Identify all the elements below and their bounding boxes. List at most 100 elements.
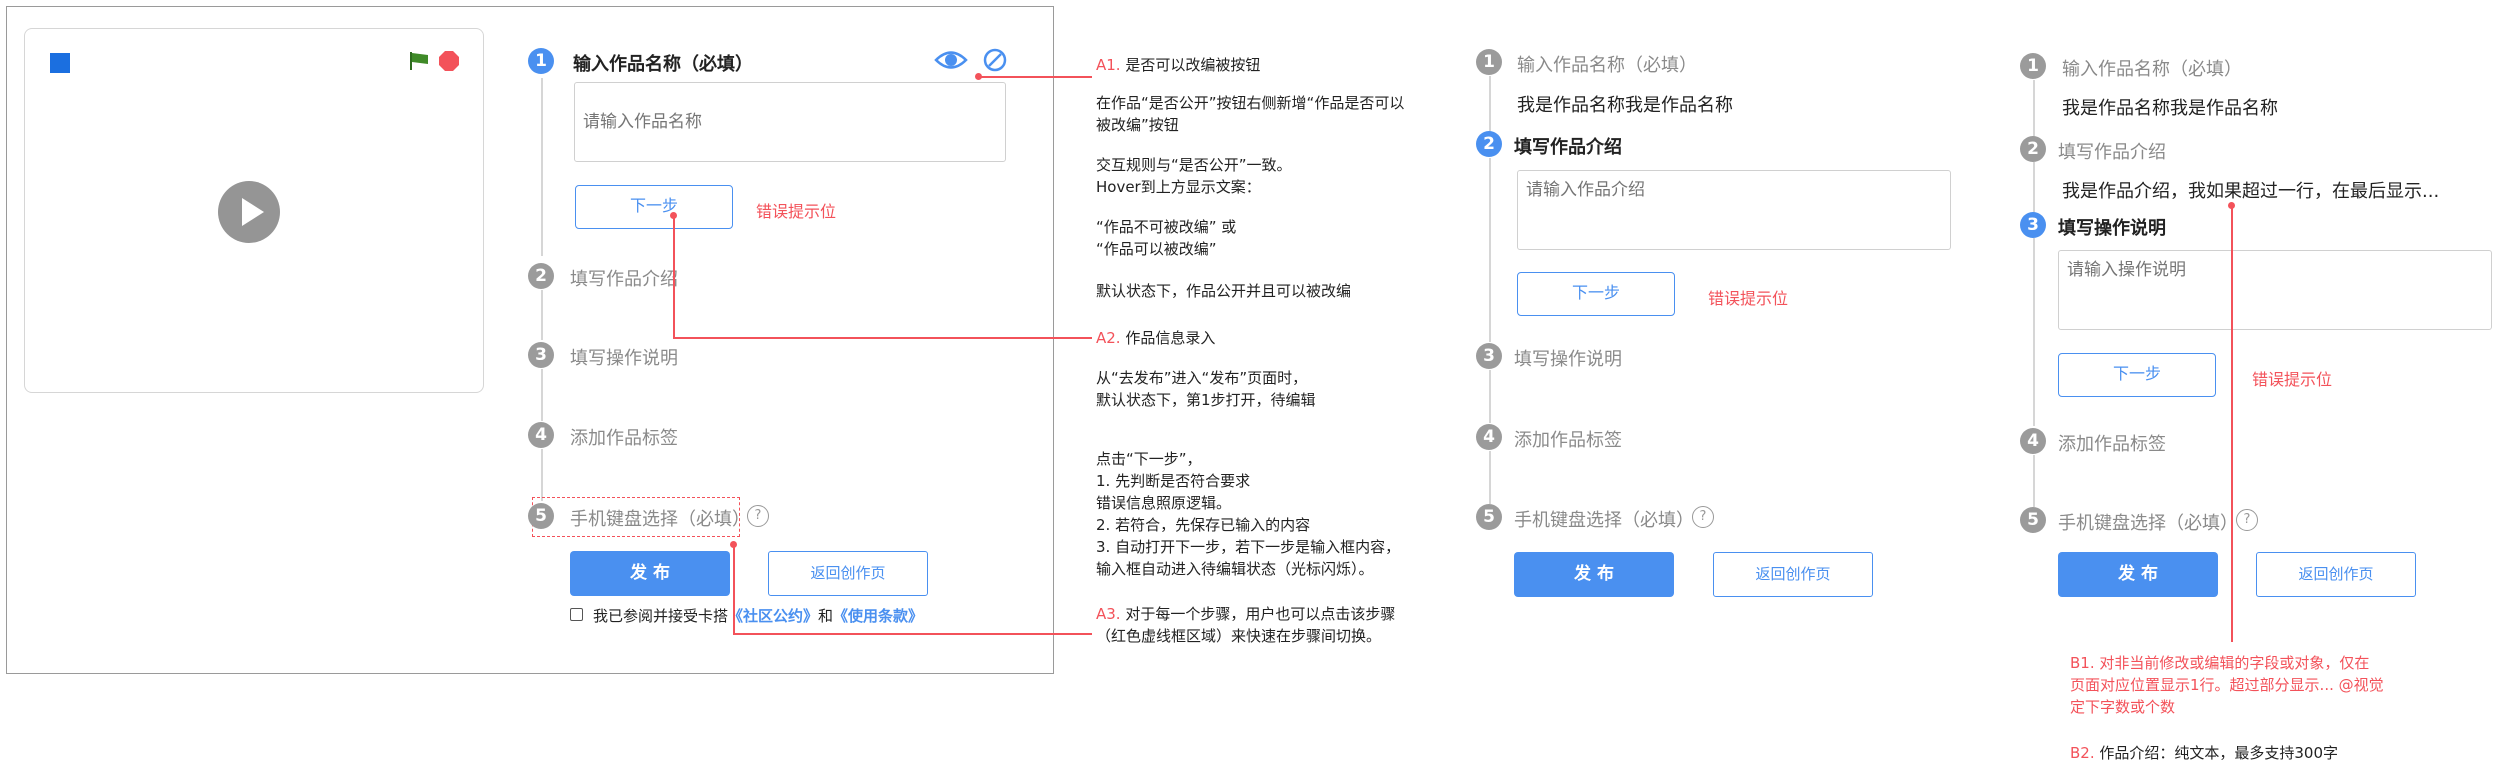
publish-button[interactable]: 发 布 [2058,552,2218,597]
return-button[interactable]: 返回创作页 [768,551,928,596]
step-1-title[interactable]: 输入作品名称（必填） [1517,51,1697,77]
instructions-input[interactable] [2058,250,2492,330]
step-2-title[interactable]: 填写作品介绍 [1514,133,1622,159]
step-3-title[interactable]: 填写操作说明 [570,344,678,370]
step-connector [541,369,543,421]
note-a2-line3: 点击“下一步”， [1096,450,1202,468]
work-name-value: 我是作品名称我是作品名称 [1517,95,1733,116]
note-a1-line6: “作品可以被改编” [1096,240,1217,258]
agree-prefix: 我已参阅并接受卡搭 [593,607,729,625]
return-button[interactable]: 返回创作页 [2256,552,2416,597]
note-a2-line5: 错误信息照原逻辑。 [1096,494,1232,512]
step-4-title[interactable]: 添加作品标签 [1514,426,1622,452]
annotation-line [733,633,1092,635]
publish-button[interactable]: 发 布 [1514,552,1674,597]
step-5-number[interactable]: 5 [528,503,554,529]
step-connector [1489,451,1491,504]
eye-icon[interactable] [934,47,968,73]
help-icon[interactable]: ? [1692,506,1714,528]
forbid-icon[interactable] [983,48,1007,72]
note-a2-line8: 输入框自动进入待编辑状态（光标闪烁）。 [1096,560,1374,578]
help-icon[interactable]: ? [747,505,769,527]
step-1-title[interactable]: 输入作品名称（必填） [573,50,753,76]
error-hint: 错误提示位 [756,202,837,221]
agree-checkbox[interactable] [570,608,583,621]
step-1-title[interactable]: 输入作品名称（必填） [2062,55,2242,81]
work-intro-value: 我是作品介绍，我如果超过一行，在最后显示... [2062,181,2440,202]
next-button[interactable]: 下一步 [1517,272,1675,316]
note-a3: A3. 对于每一个步骤，用户也可以点击该步骤 [1096,605,1396,623]
note-a2: A2. 作品信息录入 [1096,329,1216,347]
step-4-number[interactable]: 4 [528,422,554,448]
note-a1-line4: Hover到上方显示文案： [1096,178,1261,196]
annotation-line [673,216,675,338]
annotation-line [979,76,1092,78]
note-b1: B1. 对非当前修改或编辑的字段或对象，仅在 [2070,654,2370,672]
step-3-title[interactable]: 填写操作说明 [2058,214,2166,240]
help-icon[interactable]: ? [2236,509,2258,531]
step-3-number[interactable]: 3 [528,342,554,368]
annotation-line [2231,206,2233,642]
step-5-number[interactable]: 5 [2020,507,2046,533]
step-connector [1489,158,1491,342]
play-icon[interactable] [218,181,280,243]
step-4-number[interactable]: 4 [1476,424,1502,450]
annotation-line [733,545,735,634]
return-button[interactable]: 返回创作页 [1713,552,1873,597]
note-b1-line2: 页面对应位置显示1行。超过部分显示... @视觉 [2070,676,2384,694]
note-a1-line2: 被改编”按钮 [1096,116,1179,134]
note-a1-line3: 交互规则与“是否公开”一致。 [1096,156,1292,174]
terms-link[interactable]: 《使用条款》 [833,607,923,625]
step-2-number[interactable]: 2 [528,263,554,289]
step-5-title[interactable]: 手机键盘选择（必填） [1514,506,1694,532]
error-hint: 错误提示位 [2252,370,2333,389]
publish-button[interactable]: 发 布 [570,551,730,596]
step-connector [541,78,543,256]
step-2-title[interactable]: 填写作品介绍 [570,265,678,291]
next-button[interactable]: 下一步 [2058,353,2216,397]
note-a2-line4: 1. 先判断是否符合要求 [1096,472,1251,490]
step-connector [2033,238,2035,426]
step-4-title[interactable]: 添加作品标签 [2058,430,2166,456]
annotation-line [673,337,1092,339]
step-connector [1489,76,1491,138]
note-a2-line2: 默认状态下，第1步打开，待编辑 [1096,391,1316,409]
step-1-number[interactable]: 1 [1476,49,1502,75]
note-a3-line2: （红色虚线框区域）来快速在步骤间切换。 [1096,627,1382,645]
note-a1-line1: 在作品“是否公开”按钮右侧新增“作品是否可以 [1096,94,1405,112]
stop-icon[interactable] [438,50,460,72]
work-intro-input[interactable] [1517,170,1951,250]
step-3-title[interactable]: 填写操作说明 [1514,345,1622,371]
next-button[interactable]: 下一步 [575,185,733,229]
step-5-title[interactable]: 手机键盘选择（必填） [570,505,750,531]
note-a2-line7: 3. 自动打开下一步，若下一步是输入框内容， [1096,538,1401,556]
note-a2-line6: 2. 若符合，先保存已输入的内容 [1096,516,1311,534]
note-a1: A1. 是否可以改编被按钮 [1096,56,1261,74]
note-a1-line5: “作品不可被改编” 或 [1096,218,1237,236]
sprite-square [50,53,70,73]
agree-text: 我已参阅并接受卡搭《社区公约》和《使用条款》 [593,605,923,626]
work-name-value: 我是作品名称我是作品名称 [2062,98,2278,119]
step-1-number[interactable]: 1 [528,48,554,74]
step-connector [2033,455,2035,507]
error-hint: 错误提示位 [1708,289,1789,308]
step-2-number[interactable]: 2 [1476,131,1502,157]
step-connector [2033,80,2035,138]
step-2-number[interactable]: 2 [2020,136,2046,162]
step-5-title[interactable]: 手机键盘选择（必填） [2058,509,2238,535]
step-connector [1489,370,1491,423]
work-name-input[interactable] [574,82,1006,162]
step-connector [541,290,543,340]
step-1-number[interactable]: 1 [2020,53,2046,79]
step-2-title[interactable]: 填写作品介绍 [2058,138,2166,164]
step-connector [541,449,543,501]
step-4-number[interactable]: 4 [2020,428,2046,454]
step-4-title[interactable]: 添加作品标签 [570,424,678,450]
step-3-number[interactable]: 3 [2020,212,2046,238]
note-b2: B2. 作品介绍：纯文本，最多支持300字 [2070,744,2339,762]
community-rules-link[interactable]: 《社区公约》 [728,607,818,625]
green-flag-icon[interactable] [408,50,430,72]
step-5-number[interactable]: 5 [1476,504,1502,530]
note-b1-line3: 定下字数或个数 [2070,698,2176,716]
step-3-number[interactable]: 3 [1476,343,1502,369]
